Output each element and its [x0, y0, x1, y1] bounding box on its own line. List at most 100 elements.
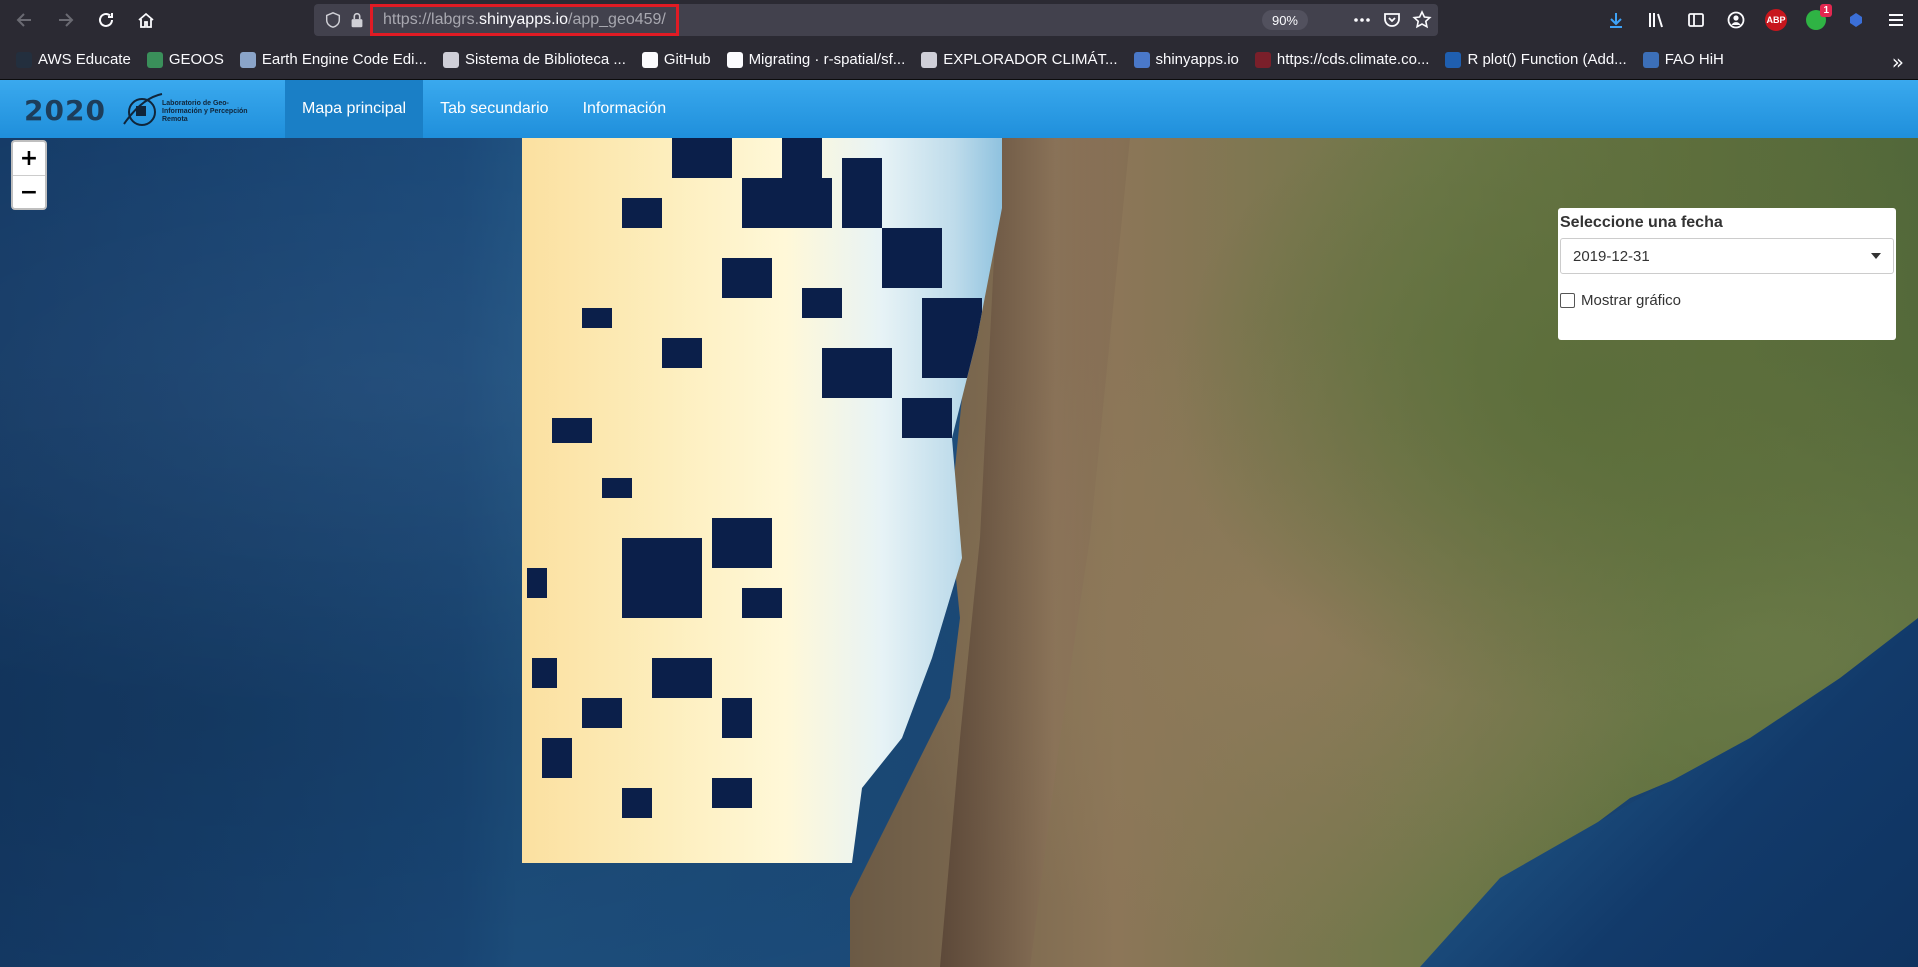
adblock-extension[interactable]: ABP [1760, 4, 1792, 36]
raster-nodata-patch [672, 138, 732, 178]
bookmark-favicon-icon [641, 51, 658, 68]
bookmark-item[interactable]: R plot() Function (Add... [1443, 46, 1628, 74]
home-icon [138, 12, 154, 28]
bookmark-favicon-icon [442, 51, 459, 68]
bookmark-favicon-icon [726, 51, 743, 68]
tab-secundario[interactable]: Tab secundario [423, 80, 566, 138]
bookmark-item[interactable]: shinyapps.io [1132, 46, 1241, 74]
pin-icon [1850, 13, 1862, 27]
bookmark-label: Sistema de Biblioteca ... [464, 51, 626, 68]
zoom-out-button[interactable]: − [13, 175, 45, 208]
tab-informacion[interactable]: Información [566, 80, 684, 138]
date-select[interactable]: 2019-12-31 [1560, 238, 1894, 274]
zoom-level[interactable]: 90% [1261, 10, 1308, 30]
toolbar-extensions: ABP 1 [1600, 0, 1912, 40]
bookmark-item[interactable]: Migrating · r-spatial/sf... [725, 46, 908, 74]
bookmark-item[interactable]: https://cds.climate.co... [1253, 46, 1432, 74]
raster-nodata-patch [582, 698, 622, 728]
bookmark-item[interactable]: AWS Educate [14, 46, 133, 74]
raster-nodata-patch [712, 518, 772, 568]
download-icon [1610, 13, 1622, 28]
url-actions [1352, 4, 1432, 36]
raster-nodata-patch [622, 538, 702, 618]
reload-icon [99, 12, 113, 27]
show-chart-checkbox[interactable] [1560, 293, 1575, 308]
green-extension[interactable]: 1 [1800, 4, 1832, 36]
bookmark-item[interactable]: Sistema de Biblioteca ... [441, 46, 628, 74]
pocket-icon[interactable] [1382, 10, 1402, 30]
raster-nodata-patch [742, 588, 782, 618]
zoom-control: + − [11, 140, 47, 210]
library-icon [1649, 13, 1663, 28]
reload-button[interactable] [89, 3, 123, 37]
sidebar-button[interactable] [1680, 4, 1712, 36]
url-host: shinyapps.io [479, 11, 568, 28]
raster-nodata-patch [882, 228, 942, 288]
bookmark-label: Migrating · r-spatial/sf... [748, 51, 906, 68]
bookmark-favicon-icon [239, 51, 256, 68]
adblock-icon: ABP [1765, 9, 1787, 31]
raster-nodata-patch [622, 788, 652, 818]
account-icon [1727, 11, 1745, 29]
bookmark-item[interactable]: GitHub [640, 46, 713, 74]
bookmark-label: AWS Educate [38, 51, 131, 68]
bookmarks-bar: AWS Educate GEOOS Earth Engine Code Edi...… [0, 40, 1918, 80]
bookmark-label: Earth Engine Code Edi... [261, 51, 427, 68]
account-button[interactable] [1720, 4, 1752, 36]
shield-icon[interactable] [324, 11, 342, 29]
raster-nodata-patch [842, 158, 882, 228]
bookmark-item[interactable]: GEOOS [145, 46, 226, 74]
leaflet-map[interactable]: + − Seleccione una fecha 2019-12-31 Most… [0, 138, 1918, 967]
bookmark-label: shinyapps.io [1155, 51, 1239, 68]
bookmark-label: GEOOS [168, 51, 224, 68]
downloads-button[interactable] [1600, 4, 1632, 36]
raster-nodata-patch [902, 398, 952, 438]
url-path: /app_geo459/ [568, 11, 666, 28]
bookmark-item[interactable]: EXPLORADOR CLIMÁT... [919, 46, 1119, 74]
menu-button[interactable] [1880, 4, 1912, 36]
bookmark-favicon-icon [16, 51, 32, 68]
sidebar-icon [1688, 13, 1704, 27]
bookmark-star-icon[interactable] [1412, 10, 1432, 30]
url-text[interactable]: https://labgrs. shinyapps.io/app_geo459/ [370, 4, 679, 36]
tab-mapa-principal[interactable]: Mapa principal [285, 80, 424, 138]
raster-nodata-patch [542, 738, 572, 778]
date-label: Seleccione una fecha [1560, 214, 1723, 231]
bookmark-item[interactable]: Earth Engine Code Edi... [238, 46, 429, 74]
library-button[interactable] [1640, 4, 1672, 36]
raster-nodata-patch [552, 418, 592, 443]
back-button[interactable] [8, 3, 42, 37]
show-chart-label: Mostrar gráfico [1581, 292, 1682, 309]
home-button[interactable] [129, 3, 163, 37]
arrow-left-icon [16, 13, 31, 27]
raster-nodata-patch [742, 178, 832, 228]
brand-lab-name: Laboratorio de Geo-Información y Percepc… [162, 100, 248, 123]
blue-extension[interactable] [1840, 4, 1872, 36]
satellite-logo-icon [123, 93, 163, 126]
bookmark-favicon-icon [146, 51, 163, 68]
lock-icon[interactable] [348, 11, 366, 29]
bookmark-favicon-icon [1254, 51, 1271, 68]
raster-nodata-patch [582, 308, 612, 328]
bookmark-item[interactable]: FAO HiH [1641, 46, 1726, 74]
caret-down-icon [1871, 253, 1881, 259]
browser-toolbar: https://labgrs. shinyapps.io/app_geo459/ … [0, 0, 1918, 40]
raster-nodata-patch [652, 658, 712, 698]
raster-nodata-patch [622, 198, 662, 228]
bookmarks-overflow-chevron-icon[interactable]: » [1892, 50, 1904, 74]
hamburger-icon [1889, 14, 1903, 26]
bookmark-favicon-icon [1133, 51, 1150, 68]
more-actions-icon[interactable] [1352, 10, 1372, 30]
bookmark-label: https://cds.climate.co... [1276, 51, 1430, 68]
url-bar[interactable]: https://labgrs. shinyapps.io/app_geo459/ … [314, 4, 1438, 36]
brand-logo[interactable]: 2020 Laboratorio de Geo-Información y Pe… [0, 80, 270, 138]
raster-nodata-patch [532, 658, 557, 688]
raster-nodata-patch [527, 568, 547, 598]
show-chart-option[interactable]: Mostrar gráfico [1560, 292, 1894, 309]
url-prefix: https://labgrs. [383, 11, 480, 28]
zoom-in-button[interactable]: + [13, 142, 45, 175]
arrow-right-icon [59, 13, 74, 27]
bookmark-label: EXPLORADOR CLIMÁT... [943, 51, 1118, 68]
bookmark-label: R plot() Function (Add... [1467, 51, 1627, 68]
forward-button[interactable] [48, 3, 82, 37]
